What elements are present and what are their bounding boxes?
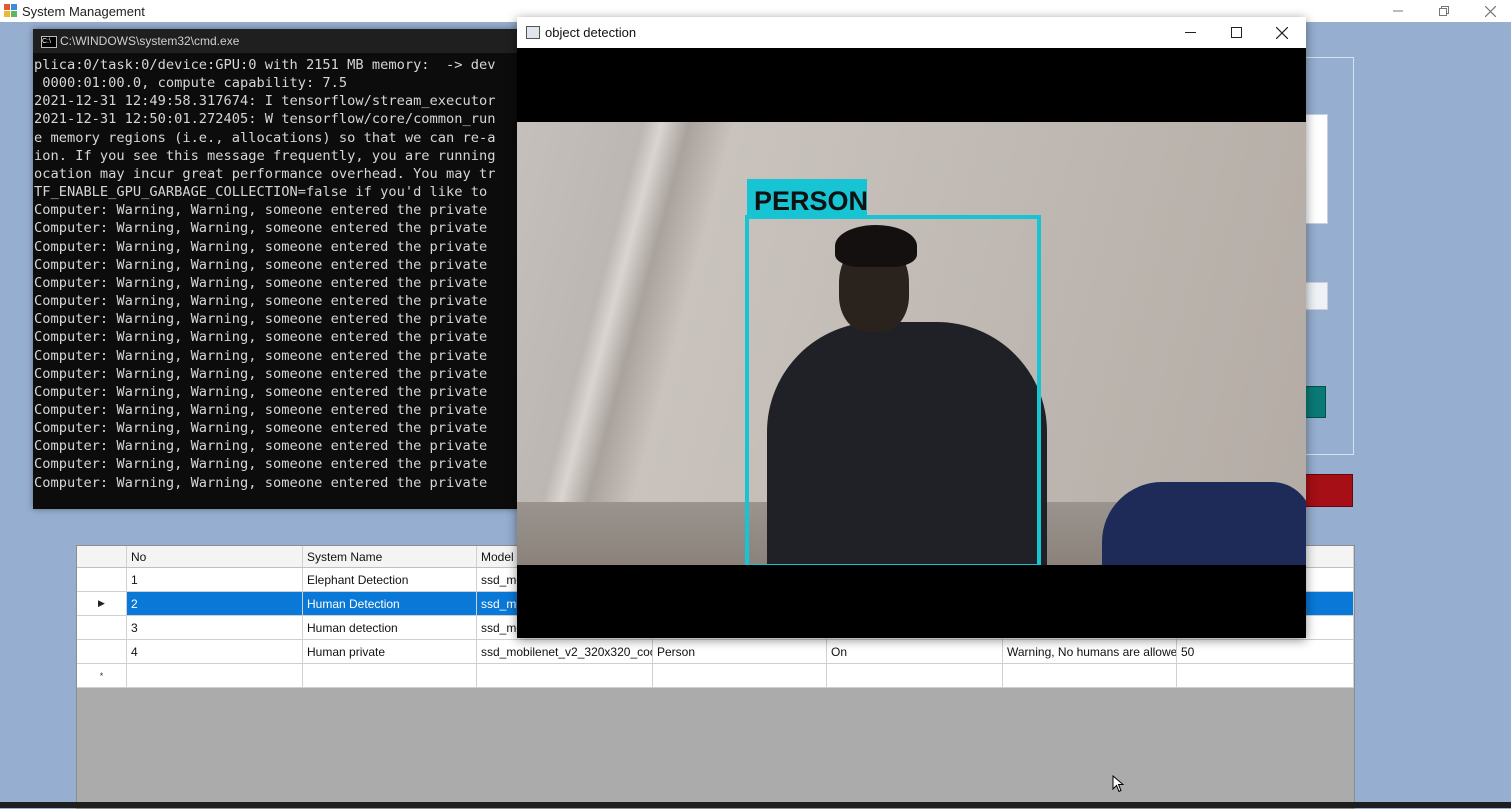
cell-object[interactable]: Person <box>653 640 827 664</box>
close-icon <box>1276 26 1288 39</box>
console-line: Computer: Warning, Warning, someone ente… <box>34 438 496 455</box>
console-line: Computer: Warning, Warning, someone ente… <box>34 311 496 328</box>
detection-maximize-button[interactable] <box>1213 17 1259 48</box>
console-line: Computer: Warning, Warning, someone ente… <box>34 220 496 237</box>
cell-system-name[interactable]: Elephant Detection <box>303 568 477 592</box>
cell-no[interactable]: 3 <box>127 616 303 640</box>
row-header-corner <box>77 546 127 568</box>
minimize-button[interactable] <box>1375 0 1421 22</box>
cell-system-name[interactable]: Human detection <box>303 616 477 640</box>
table-row-new[interactable]: * <box>77 664 1354 688</box>
maximize-icon <box>1230 27 1242 38</box>
console-line: Computer: Warning, Warning, someone ente… <box>34 456 496 473</box>
camera-feed: PERSON <box>517 122 1306 565</box>
cell-no[interactable] <box>127 664 303 688</box>
cell-threshold[interactable]: 50 <box>1177 640 1354 664</box>
console-line: Computer: Warning, Warning, someone ente… <box>34 274 496 291</box>
console-output[interactable]: plica:0/task:0/device:GPU:0 with 2151 MB… <box>34 56 518 506</box>
console-line: Computer: Warning, Warning, someone ente… <box>34 202 496 219</box>
console-line: Computer: Warning, Warning, someone ente… <box>34 256 496 273</box>
console-line: Computer: Warning, Warning, someone ente… <box>34 474 496 491</box>
column-header-system-name[interactable]: System Name <box>303 546 477 568</box>
start-button[interactable] <box>1305 386 1326 418</box>
console-line: TF_ENABLE_GPU_GARBAGE_COLLECTION=false i… <box>34 184 496 201</box>
detection-label: PERSON <box>754 186 869 216</box>
cmd-titlebar[interactable]: C:\ C:\WINDOWS\system32\cmd.exe <box>33 29 519 53</box>
console-line: Computer: Warning, Warning, someone ente… <box>34 347 496 364</box>
detection-minimize-button[interactable] <box>1167 17 1213 48</box>
cmd-window[interactable]: C:\ C:\WINDOWS\system32\cmd.exe plica:0/… <box>33 29 519 509</box>
console-line: Computer: Warning, Warning, someone ente… <box>34 293 496 310</box>
cell-object[interactable] <box>653 664 827 688</box>
cell-message[interactable] <box>1003 664 1177 688</box>
cell-model[interactable] <box>477 664 653 688</box>
console-line: Computer: Warning, Warning, someone ente… <box>34 238 496 255</box>
console-line: Computer: Warning, Warning, someone ente… <box>34 420 496 437</box>
row-header[interactable]: * <box>77 664 127 688</box>
console-line: plica:0/task:0/device:GPU:0 with 2151 MB… <box>34 57 496 73</box>
minimize-icon <box>1393 10 1403 12</box>
detection-bounding-box <box>745 215 1041 565</box>
cell-no[interactable]: 2 <box>127 592 303 616</box>
object-detection-window[interactable]: object detection PERSON <box>517 17 1306 638</box>
detection-close-button[interactable] <box>1259 17 1305 48</box>
stop-button[interactable] <box>1305 474 1353 507</box>
console-line: Computer: Warning, Warning, someone ente… <box>34 383 496 400</box>
cmd-icon: C:\ <box>41 36 57 48</box>
cell-status[interactable] <box>827 664 1003 688</box>
detection-window-title: object detection <box>545 25 637 40</box>
console-line: e memory regions (i.e., allocations) so … <box>34 129 496 146</box>
restore-icon <box>1439 6 1449 16</box>
cell-system-name[interactable] <box>303 664 477 688</box>
console-line: ocation may incur great performance over… <box>34 165 496 182</box>
cell-no[interactable]: 4 <box>127 640 303 664</box>
mouse-cursor-icon <box>1112 775 1124 793</box>
cell-system-name[interactable]: Human private <box>303 640 477 664</box>
cell-no[interactable]: 1 <box>127 568 303 592</box>
row-header[interactable] <box>77 616 127 640</box>
close-icon <box>1484 5 1496 17</box>
detection-titlebar[interactable]: object detection <box>517 17 1306 48</box>
minimize-icon <box>1184 32 1196 33</box>
console-line: Computer: Warning, Warning, someone ente… <box>34 365 496 382</box>
cell-message[interactable]: Warning, No humans are allowed <box>1003 640 1177 664</box>
value-field[interactable] <box>1305 282 1328 310</box>
close-button[interactable] <box>1467 0 1511 22</box>
console-line: Computer: Warning, Warning, someone ente… <box>34 401 496 418</box>
cell-system-name[interactable]: Human Detection <box>303 592 477 616</box>
chair-shape <box>1102 482 1306 565</box>
message-textarea[interactable] <box>1305 114 1328 224</box>
window-icon <box>526 26 540 39</box>
cell-status[interactable]: On <box>827 640 1003 664</box>
table-row[interactable]: 4 Human private ssd_mobilenet_v2_320x320… <box>77 640 1354 664</box>
console-line: ion. If you see this message frequently,… <box>34 147 496 164</box>
main-window-title: System Management <box>22 4 145 19</box>
console-line: 2021-12-31 12:50:01.272405: W tensorflow… <box>34 111 496 128</box>
restore-button[interactable] <box>1421 0 1467 22</box>
column-header-no[interactable]: No <box>127 546 303 568</box>
console-line: 0000:01:00.0, compute capability: 7.5 <box>34 75 348 92</box>
cmd-window-title: C:\WINDOWS\system32\cmd.exe <box>60 34 240 48</box>
row-header[interactable] <box>77 568 127 592</box>
app-icon <box>4 4 17 17</box>
row-header[interactable] <box>77 640 127 664</box>
console-line: 2021-12-31 12:49:58.317674: I tensorflow… <box>34 93 496 110</box>
cell-threshold[interactable] <box>1177 664 1354 688</box>
row-header[interactable]: ▶ <box>77 592 127 616</box>
taskbar-edge <box>0 802 1511 808</box>
cell-model[interactable]: ssd_mobilenet_v2_320x320_coc... <box>477 640 653 664</box>
console-line: Computer: Warning, Warning, someone ente… <box>34 329 496 346</box>
